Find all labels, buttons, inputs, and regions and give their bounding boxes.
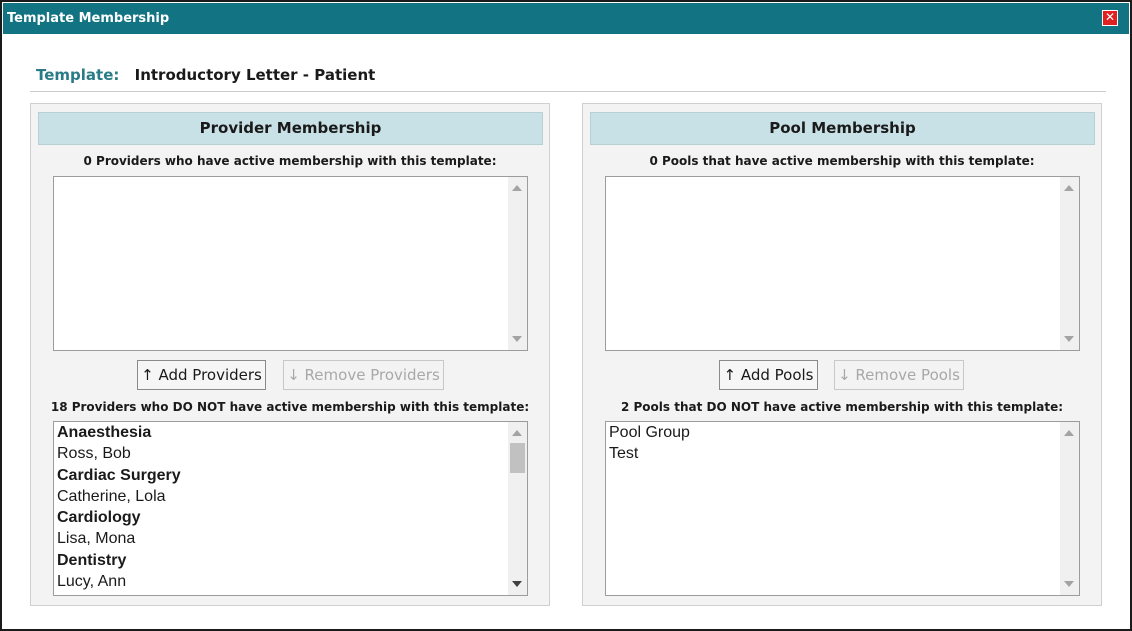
- list-item[interactable]: Ross, Bob: [57, 443, 507, 464]
- remove-pools-button[interactable]: ↓ Remove Pools: [834, 360, 964, 390]
- scroll-down-icon[interactable]: [512, 581, 522, 587]
- scroll-thumb[interactable]: [510, 443, 525, 473]
- scroll-down-icon[interactable]: [1064, 581, 1074, 587]
- provider-membership-heading: Provider Membership: [38, 112, 543, 145]
- scroll-down-icon[interactable]: [512, 336, 522, 342]
- provider-active-list[interactable]: [53, 176, 528, 351]
- pool-active-scrollbar[interactable]: [1060, 177, 1079, 350]
- list-item[interactable]: Catherine, Lola: [57, 486, 507, 507]
- provider-inactive-scrollbar[interactable]: [508, 422, 527, 595]
- provider-inactive-list[interactable]: Anaesthesia Ross, Bob Cardiac Surgery Cathe…: [53, 421, 528, 596]
- list-item[interactable]: Lisa, Mona: [57, 528, 507, 549]
- pool-inactive-list[interactable]: Pool Group Test: [605, 421, 1080, 596]
- scroll-down-icon[interactable]: [1064, 336, 1074, 342]
- list-item[interactable]: Test: [609, 443, 1059, 464]
- scroll-up-icon[interactable]: [512, 430, 522, 436]
- close-icon[interactable]: ✕: [1102, 10, 1118, 26]
- pool-active-caption: 0 Pools that have active membership with…: [649, 154, 1035, 168]
- list-item[interactable]: Lucy, Ann: [57, 571, 507, 592]
- list-group-header[interactable]: Anaesthesia: [57, 422, 507, 443]
- list-group-header[interactable]: Dentistry: [57, 550, 507, 571]
- scroll-up-icon[interactable]: [512, 185, 522, 191]
- title-bar: Template Membership: [3, 3, 1129, 34]
- list-group-header[interactable]: Cardiology: [57, 507, 507, 528]
- provider-active-caption: 0 Providers who have active membership w…: [83, 154, 497, 168]
- add-pools-button[interactable]: ↑ Add Pools: [719, 360, 818, 390]
- provider-inactive-caption: 18 Providers who DO NOT have active memb…: [50, 400, 530, 414]
- dialog-title: Template Membership: [7, 11, 170, 26]
- pool-inactive-scrollbar[interactable]: [1060, 422, 1079, 595]
- provider-active-scrollbar[interactable]: [508, 177, 527, 350]
- template-membership-dialog: Template Membership ✕ Template: Introduc…: [0, 0, 1132, 631]
- list-group-header[interactable]: Cardiac Surgery: [57, 465, 507, 486]
- scroll-up-icon[interactable]: [1064, 185, 1074, 191]
- provider-membership-panel: Provider Membership 0 Providers who have…: [30, 103, 550, 606]
- remove-providers-button[interactable]: ↓ Remove Providers: [283, 360, 444, 390]
- divider: [30, 91, 1106, 92]
- list-item[interactable]: Pool Group: [609, 422, 1059, 443]
- scroll-up-icon[interactable]: [1064, 430, 1074, 436]
- pool-inactive-caption: 2 Pools that DO NOT have active membersh…: [620, 400, 1064, 414]
- pool-membership-panel: Pool Membership 0 Pools that have active…: [582, 103, 1102, 606]
- template-row: Template: Introductory Letter - Patient: [36, 66, 375, 84]
- provider-inactive-items: Anaesthesia Ross, Bob Cardiac Surgery Cathe…: [57, 422, 507, 592]
- add-providers-button[interactable]: ↑ Add Providers: [137, 360, 266, 390]
- template-name: Introductory Letter - Patient: [134, 66, 376, 84]
- pool-inactive-items: Pool Group Test: [609, 422, 1059, 465]
- pool-membership-heading: Pool Membership: [590, 112, 1095, 145]
- pool-active-list[interactable]: [605, 176, 1080, 351]
- template-label: Template:: [36, 66, 120, 84]
